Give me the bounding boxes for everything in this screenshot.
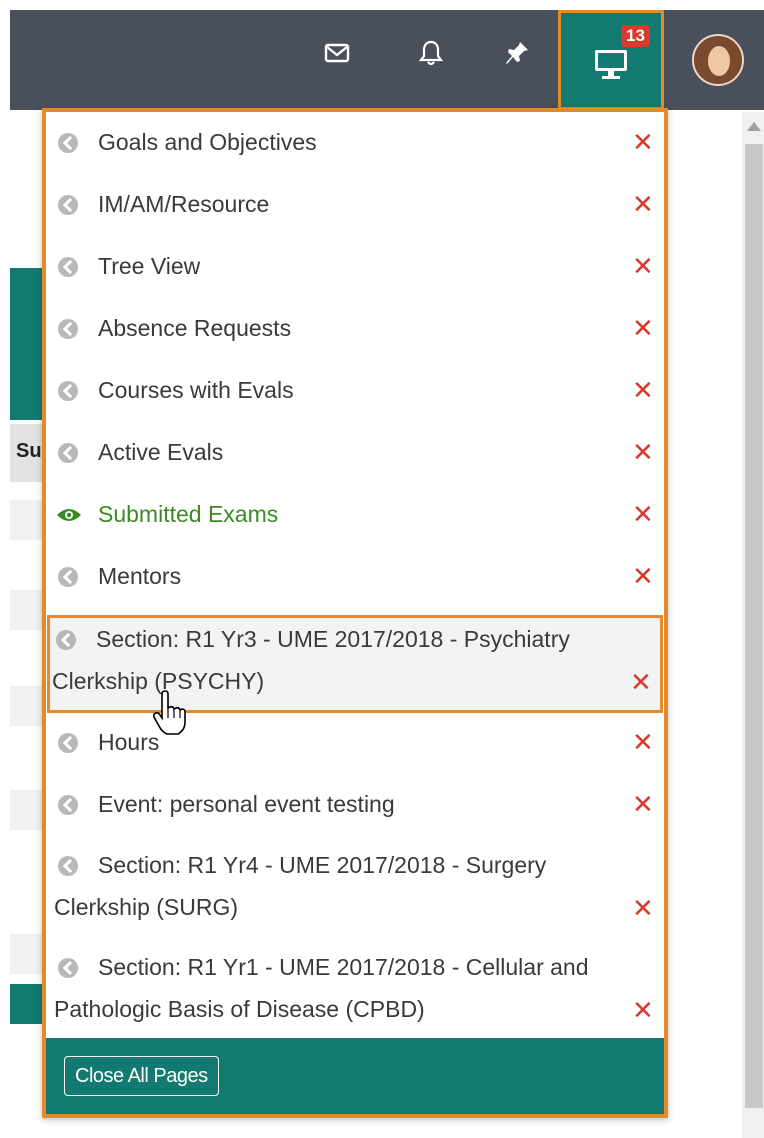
page-item-event-personal-event-testing[interactable]: Event: personal event testing ✕ <box>52 774 660 836</box>
page-item-goals-and-objectives[interactable]: Goals and Objectives ✕ <box>52 112 660 174</box>
chevron-left-circle-icon <box>58 133 78 153</box>
pin-icon[interactable] <box>502 38 532 68</box>
bell-icon[interactable] <box>416 38 446 68</box>
chevron-left-circle-icon <box>58 257 78 277</box>
scroll-up-arrow[interactable] <box>747 122 761 131</box>
close-page-icon[interactable]: ✕ <box>632 190 654 218</box>
dropdown-footer: Close All Pages <box>46 1038 664 1114</box>
page-item-tree-view[interactable]: Tree View ✕ <box>52 236 660 298</box>
page-item-mentors[interactable]: Mentors ✕ <box>52 546 660 608</box>
page-item-submitted-exams[interactable]: Submitted Exams ✕ <box>52 484 660 546</box>
chevron-left-circle-icon <box>58 733 78 753</box>
close-page-icon[interactable]: ✕ <box>632 562 654 590</box>
chevron-left-circle-icon <box>58 195 78 215</box>
chevron-left-circle-icon <box>58 319 78 339</box>
page-item-absence-requests[interactable]: Absence Requests ✕ <box>52 298 660 360</box>
close-page-icon[interactable]: ✕ <box>632 500 654 528</box>
close-page-icon[interactable]: ✕ <box>632 314 654 342</box>
chevron-left-circle-icon <box>58 381 78 401</box>
close-page-icon[interactable]: ✕ <box>632 376 654 404</box>
close-page-icon[interactable]: ✕ <box>632 728 654 756</box>
chevron-left-circle-icon <box>58 795 78 815</box>
scrollbar-thumb[interactable] <box>745 144 763 1108</box>
mail-icon[interactable] <box>322 38 352 68</box>
chevron-left-circle-icon <box>56 630 76 650</box>
monitor-icon <box>595 50 627 79</box>
page-item-section-cellular-pathologic-basis[interactable]: Section: R1 Yr1 - UME 2017/2018 - Cellul… <box>52 938 660 1036</box>
close-page-icon[interactable]: ✕ <box>632 128 654 156</box>
page-item-active-evals[interactable]: Active Evals ✕ <box>52 422 660 484</box>
page-item-section-surgery-clerkship[interactable]: Section: R1 Yr4 - UME 2017/2018 - Surger… <box>52 836 660 936</box>
eye-icon <box>57 509 81 521</box>
chevron-left-circle-icon <box>58 567 78 587</box>
chevron-left-circle-icon <box>58 443 78 463</box>
close-page-icon[interactable]: ✕ <box>632 996 654 1024</box>
close-page-icon[interactable]: ✕ <box>632 252 654 280</box>
close-all-pages-button[interactable]: Close All Pages <box>64 1056 219 1096</box>
close-page-icon[interactable]: ✕ <box>632 790 654 818</box>
close-page-icon[interactable]: ✕ <box>630 668 652 696</box>
page-item-section-psychiatry-clerkship[interactable]: Section: R1 Yr3 - UME 2017/2018 - Psychi… <box>47 615 663 713</box>
page-item-im-am-resource[interactable]: IM/AM/Resource ✕ <box>52 174 660 236</box>
user-avatar[interactable] <box>692 34 744 86</box>
notification-count-badge: 13 <box>621 25 650 47</box>
chevron-left-circle-icon <box>58 958 78 978</box>
hand-pointer-cursor-icon <box>152 690 186 735</box>
page-item-hours[interactable]: Hours ✕ <box>52 712 660 774</box>
chevron-left-circle-icon <box>58 856 78 876</box>
open-pages-dropdown: Goals and Objectives ✕ IM/AM/Resource ✕ … <box>42 108 668 1118</box>
page-item-courses-with-evals[interactable]: Courses with Evals ✕ <box>52 360 660 422</box>
page-scrollbar[interactable] <box>742 112 764 1138</box>
close-page-icon[interactable]: ✕ <box>632 894 654 922</box>
close-page-icon[interactable]: ✕ <box>632 438 654 466</box>
open-pages-button[interactable]: 13 <box>558 10 664 110</box>
